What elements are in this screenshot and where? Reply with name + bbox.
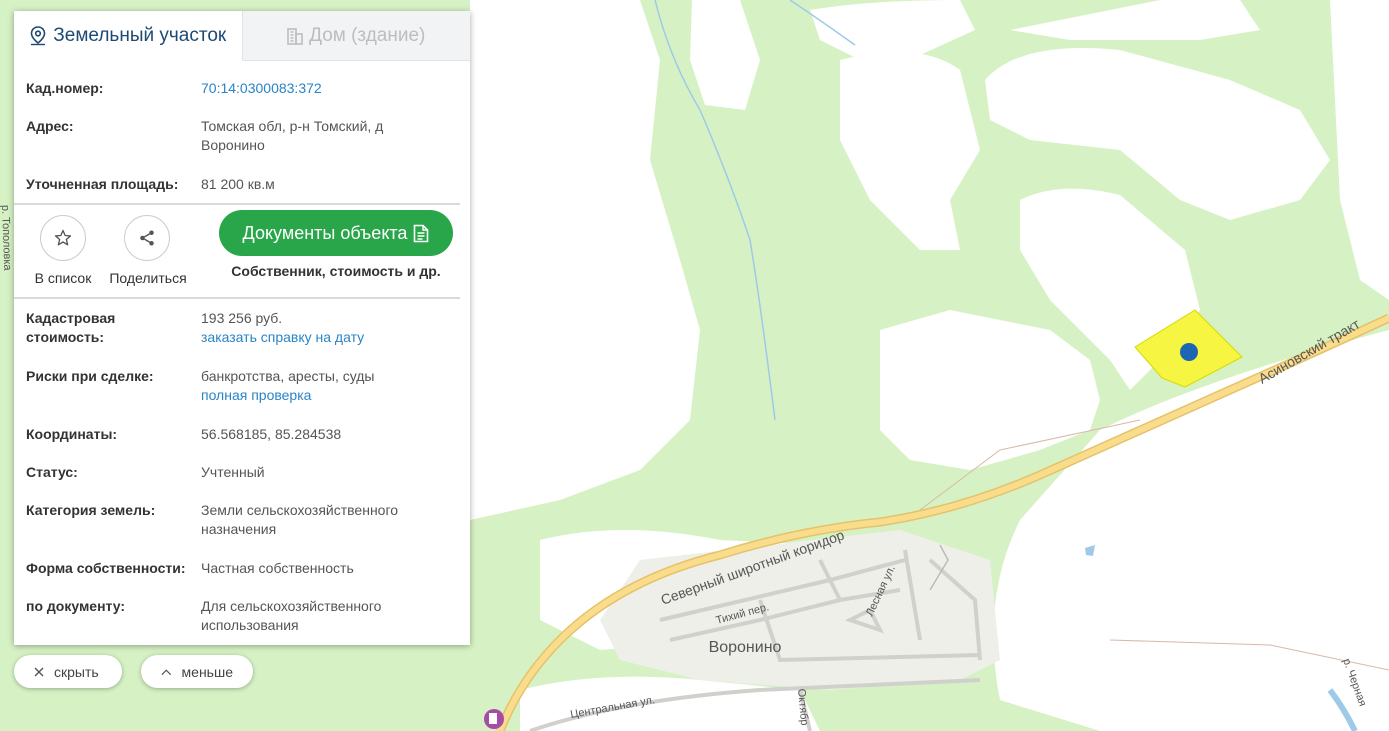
- hide-button[interactable]: скрыть: [14, 655, 122, 688]
- map-pin-icon: [30, 26, 46, 46]
- parcel-marker-icon[interactable]: [1180, 343, 1198, 361]
- detail-row-area: Уточненная площадь: 81 200 кв.м: [14, 175, 470, 194]
- detail-row-status: Статус: Учтенный: [14, 463, 470, 482]
- object-documents-button[interactable]: Документы объекта: [219, 210, 453, 256]
- detail-label: Статус:: [26, 464, 78, 480]
- detail-value: Для сельскохозяйственного использования: [201, 598, 382, 633]
- building-icon: [287, 27, 303, 45]
- detail-value: Земли сельскохозяйственного назначения: [201, 502, 399, 537]
- share-label: Поделиться: [109, 270, 187, 286]
- detail-label: Адрес:: [26, 118, 74, 134]
- detail-value: Частная собственность: [201, 560, 354, 576]
- detail-label: Координаты:: [26, 426, 118, 442]
- tab-building[interactable]: Дом (здание): [241, 11, 470, 61]
- share-button[interactable]: [124, 215, 170, 261]
- detail-label: Кад.номер:: [26, 80, 104, 96]
- order-certificate-link[interactable]: заказать справку на дату: [201, 328, 451, 347]
- chevron-up-icon: [161, 668, 172, 675]
- less-label: меньше: [181, 663, 233, 680]
- fuel-pump-glyph: [489, 713, 497, 724]
- detail-value: банкротства, аресты, суды: [201, 368, 375, 384]
- detail-label: Риски при сделке:: [26, 368, 154, 384]
- river-label-topolovka: р. Тополовка: [0, 205, 13, 272]
- detail-value-group: банкротства, аресты, суды полная проверк…: [201, 367, 451, 405]
- detail-value: 193 256 руб.: [201, 310, 283, 326]
- full-check-link[interactable]: полная проверка: [201, 386, 451, 405]
- add-to-list-label: В список: [34, 270, 92, 286]
- detail-row-cadastral-number: Кад.номер: 70:14:0300083:372: [14, 79, 470, 98]
- detail-row-cadastral-value: Кадастровая стоимость: 193 256 руб. зака…: [14, 309, 470, 347]
- detail-value-group: 193 256 руб. заказать справку на дату: [201, 309, 451, 347]
- detail-label: Категория земель:: [26, 502, 156, 518]
- tab-building-label: Дом (здание): [309, 24, 426, 46]
- tab-land-plot[interactable]: Земельный участок: [14, 11, 242, 61]
- document-icon: [414, 224, 429, 242]
- actions-bar: В список Поделиться Документы объекта Со…: [14, 205, 470, 297]
- detail-value: Томская обл, р-н Томский, д Воронино: [201, 118, 384, 153]
- object-documents-subtitle: Собственник, стоимость и др.: [231, 263, 441, 279]
- tab-land-plot-label: Земельный участок: [53, 25, 227, 46]
- detail-label: по документу:: [26, 598, 126, 614]
- detail-value: 81 200 кв.м: [201, 176, 275, 192]
- cadastral-number-link[interactable]: 70:14:0300083:372: [201, 79, 451, 98]
- parcel-info-panel: Земельный участок Дом (здание) Кад.номер…: [14, 11, 470, 645]
- less-button[interactable]: меньше: [141, 655, 253, 688]
- detail-row-coordinates: Координаты: 56.568185, 85.284538: [14, 425, 470, 444]
- detail-value: 56.568185, 85.284538: [201, 426, 342, 442]
- detail-label: Форма собственности:: [26, 560, 186, 576]
- close-icon: [34, 667, 44, 676]
- detail-value: Учтенный: [201, 464, 265, 480]
- detail-row-land-category: Категория земель: Земли сельскохозяйстве…: [14, 501, 470, 539]
- add-to-list-button[interactable]: [40, 215, 86, 261]
- detail-row-risks: Риски при сделке: банкротства, аресты, с…: [14, 367, 470, 405]
- village-label: Воронино: [709, 639, 782, 656]
- detail-row-address: Адрес: Томская обл, р-н Томский, д Ворон…: [14, 117, 470, 155]
- detail-row-ownership: Форма собственности: Частная собственнос…: [14, 559, 470, 578]
- detail-label: Кадастровая стоимость:: [26, 310, 116, 345]
- detail-label: Уточненная площадь:: [26, 176, 179, 192]
- object-documents-label: Документы объекта: [242, 222, 408, 243]
- share-icon: [140, 230, 154, 246]
- hide-label: скрыть: [54, 663, 99, 680]
- star-icon: [54, 229, 72, 246]
- panel-tabs: Земельный участок Дом (здание): [14, 11, 470, 61]
- detail-row-by-document: по документу: Для сельскохозяйственного …: [14, 597, 470, 635]
